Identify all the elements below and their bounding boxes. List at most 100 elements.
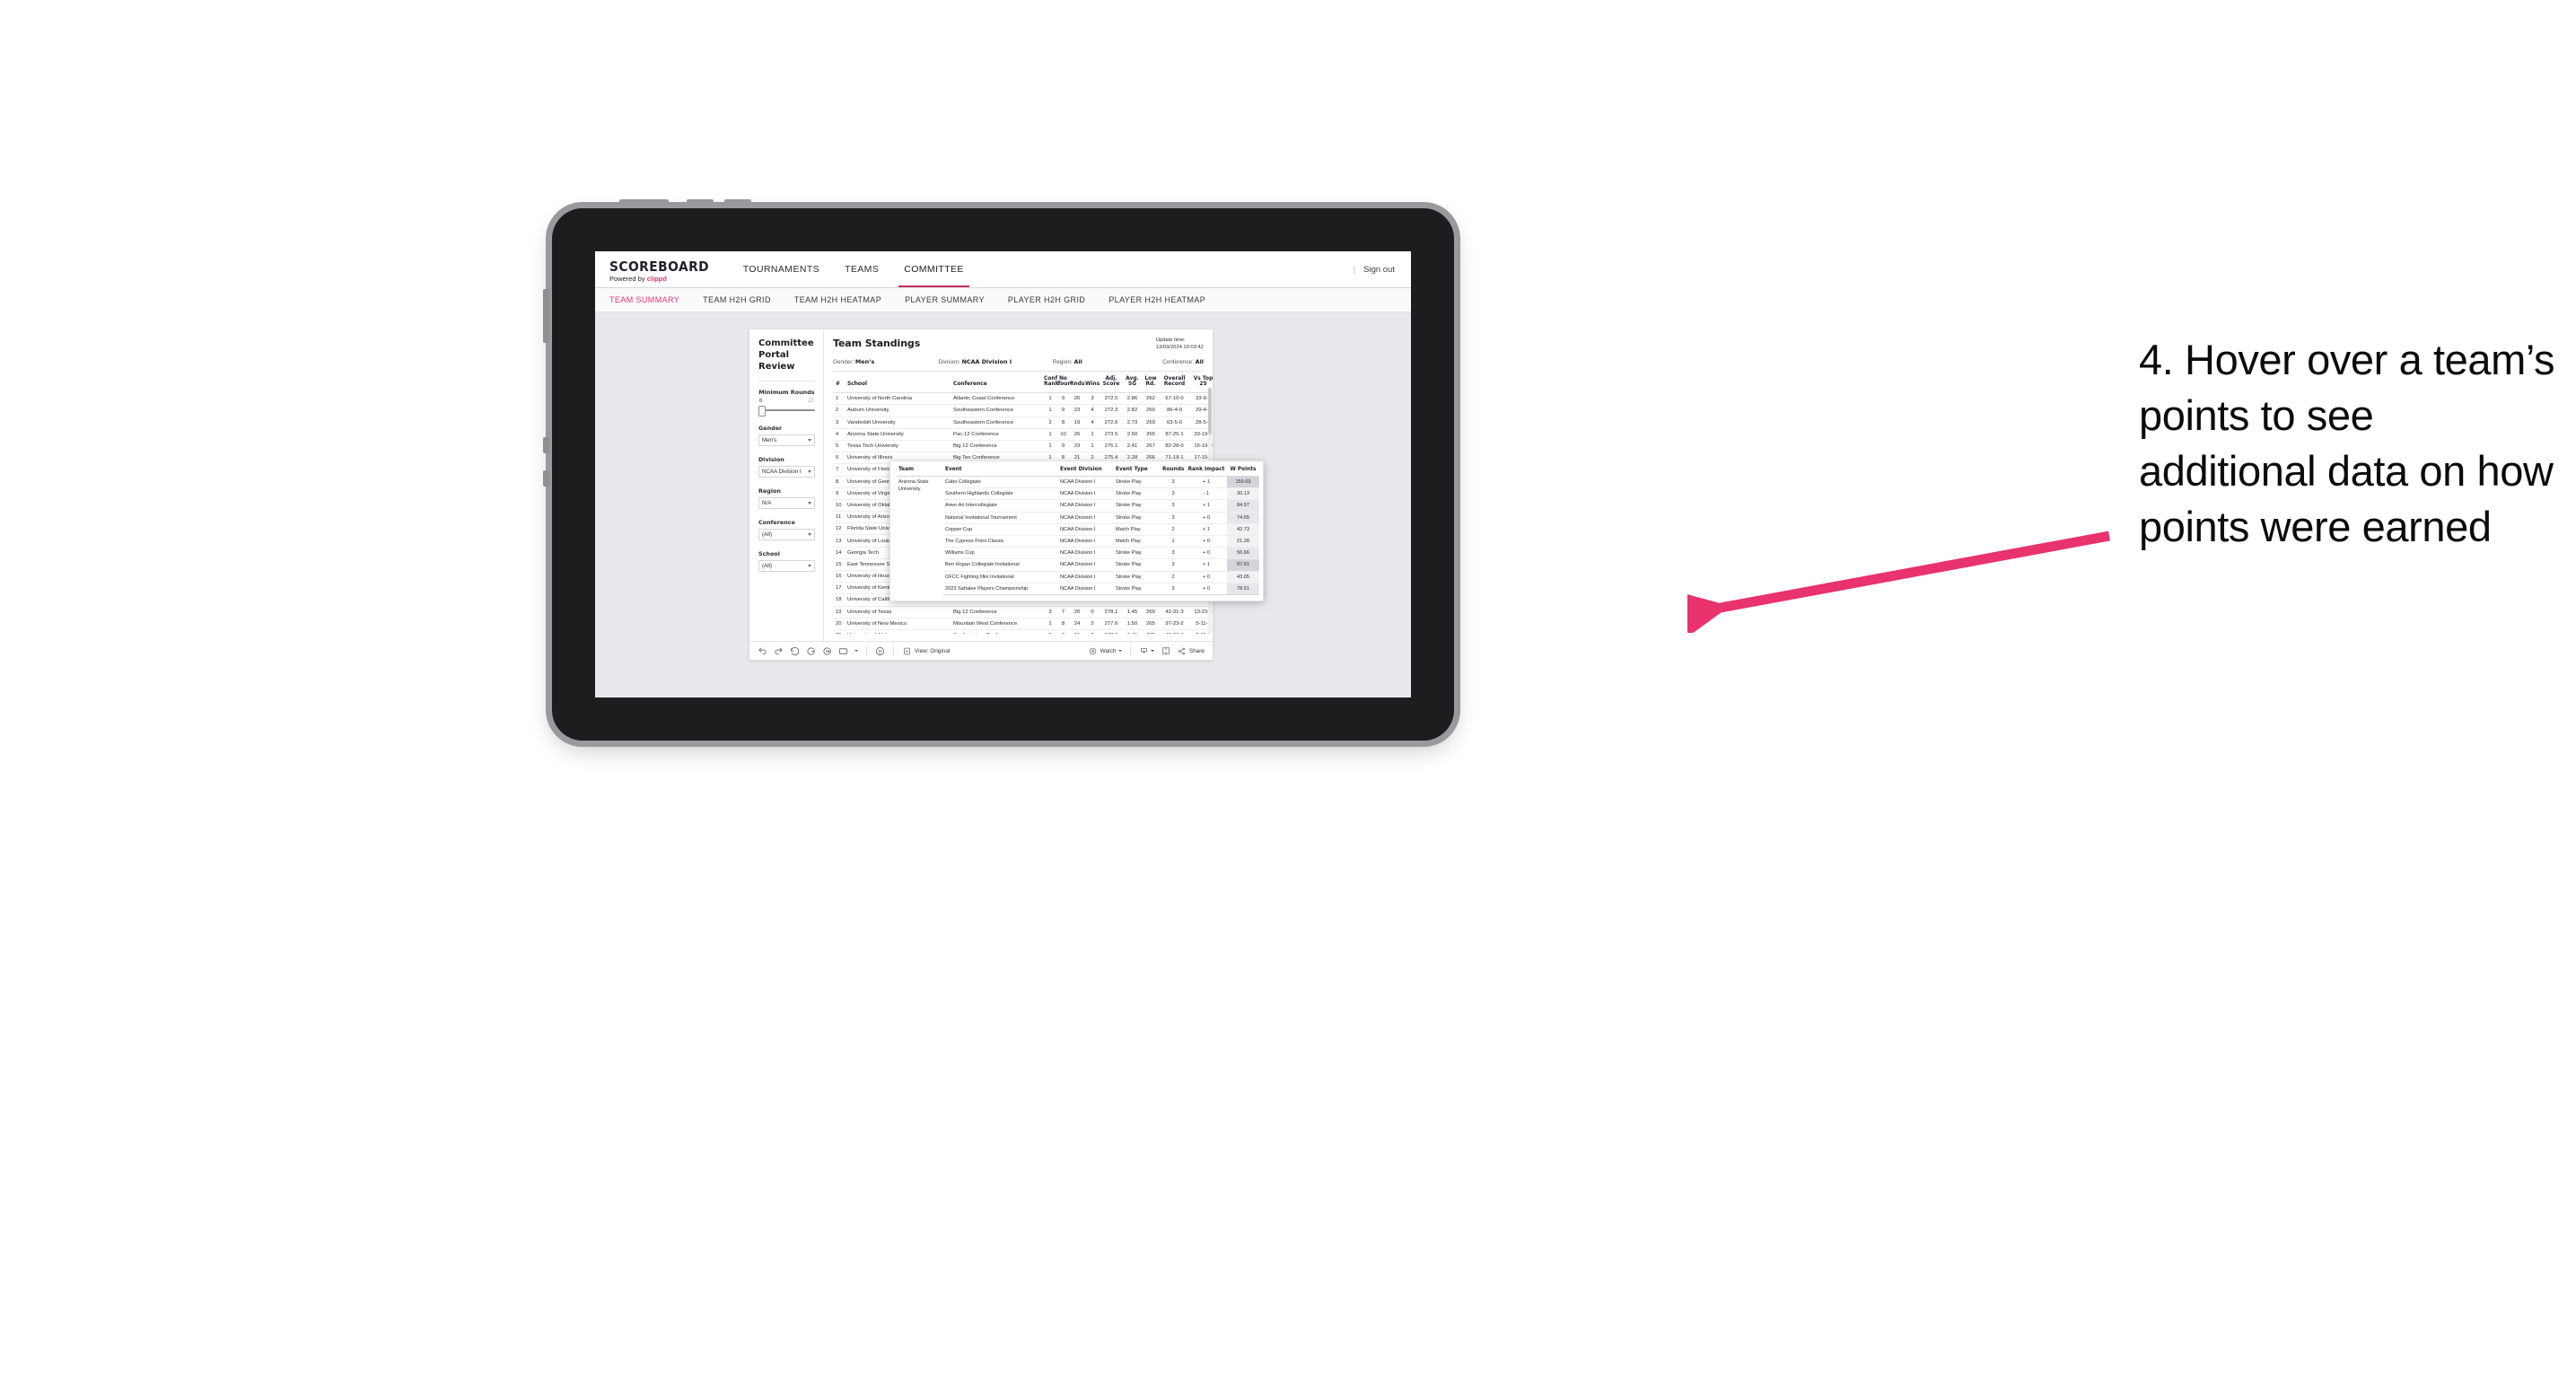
slider-handle[interactable] xyxy=(758,406,766,417)
col-header-avg-sg[interactable]: Avg. SG xyxy=(1123,371,1143,394)
table-cell: 15 xyxy=(833,558,845,572)
tooltip-impact-cell: + 0 xyxy=(1186,571,1227,583)
table-cell: 2 xyxy=(1044,417,1057,429)
sign-out-link[interactable]: Sign out xyxy=(1363,265,1395,275)
col-header-wins[interactable]: Wins xyxy=(1085,371,1100,394)
table-cell: Vanderbilt University xyxy=(845,417,951,429)
conference-select[interactable]: (All) xyxy=(758,529,815,541)
refresh-icon[interactable] xyxy=(806,646,816,656)
table-cell: 2.86 xyxy=(1123,392,1143,406)
table-cell: 277.9 xyxy=(1100,629,1123,634)
tooltip-team-cell: Arizona State University xyxy=(898,479,929,492)
tooltip-event-cell: 2023 Sahalee Players Championship xyxy=(943,583,1058,595)
col-header-rank[interactable]: # xyxy=(833,371,845,394)
tooltip-rounds-cell: 2 xyxy=(1161,523,1186,536)
table-cell: 267 xyxy=(1143,440,1160,453)
volume-up-button[interactable] xyxy=(687,199,714,206)
tooltip-impact-cell: + 1 xyxy=(1186,499,1227,513)
col-header-low-rd[interactable]: Low Rd. xyxy=(1143,371,1160,394)
table-cell: 9 xyxy=(1057,392,1070,406)
power-button[interactable] xyxy=(619,199,669,206)
table-cell: 23 xyxy=(1070,440,1085,453)
tab-player-h2h-grid[interactable]: PLAYER H2H GRID xyxy=(1008,295,1085,304)
table-row[interactable]: 1 University of North Carolina Atlantic Co… xyxy=(833,392,1213,406)
tooltip-type-cell: Stroke Play xyxy=(1114,583,1161,595)
table-row[interactable]: 3 Vanderbilt University Southeastern Confe… xyxy=(833,417,1213,429)
table-cell: 8 xyxy=(1057,417,1070,429)
watch-button[interactable]: Watch xyxy=(1088,646,1122,656)
col-header-no-tour[interactable]: No Tour xyxy=(1057,371,1070,394)
dashboard-body: Committee Portal Review Minimum Rounds 6… xyxy=(749,329,1264,641)
tab-team-h2h-grid[interactable]: TEAM H2H GRID xyxy=(703,295,771,304)
table-cell: 10 xyxy=(833,499,845,513)
share-button[interactable]: Share xyxy=(1177,646,1205,656)
chevron-down-icon[interactable] xyxy=(854,650,858,652)
redo-icon[interactable] xyxy=(774,646,784,656)
summary-division-value: NCAA Division I xyxy=(961,357,1012,365)
pause-auto-update-icon[interactable] xyxy=(822,646,832,656)
download-button[interactable] xyxy=(1139,646,1155,656)
tab-player-summary[interactable]: PLAYER SUMMARY xyxy=(905,295,985,304)
brand-logo[interactable]: SCOREBOARD Powered by clippd xyxy=(595,251,731,287)
pause-icon[interactable] xyxy=(875,646,885,656)
tooltip-division-cell: NCAA Division I xyxy=(1058,487,1114,501)
table-row[interactable]: 5 Texas Tech University Big 12 Conference 1… xyxy=(833,440,1213,453)
table-cell: 86-4-0 xyxy=(1160,404,1190,417)
summary-division-label: Division: xyxy=(938,358,960,365)
tooltip-wpoints-cell: 78.51 xyxy=(1227,583,1259,595)
conference-filter: Conference (All) xyxy=(758,519,815,541)
brand-name: SCOREBOARD xyxy=(609,258,710,275)
undo-icon[interactable] xyxy=(758,646,767,656)
minimum-rounds-label: Minimum Rounds xyxy=(758,389,815,397)
table-cell: 1 xyxy=(1085,440,1100,453)
fullscreen-icon[interactable] xyxy=(1161,646,1170,656)
gender-select[interactable]: Men’s xyxy=(758,434,815,447)
summary-gender-value: Men’s xyxy=(854,357,875,365)
tooltip-event-cell: The Cypress Point Classic xyxy=(943,535,1058,548)
table-row[interactable]: 20 University of New Mexico Mountain West … xyxy=(833,618,1213,630)
topnav-item-teams[interactable]: TEAMS xyxy=(832,251,891,287)
tab-team-summary[interactable]: TEAM SUMMARY xyxy=(609,295,679,304)
table-row[interactable]: 2 Auburn University Southeastern Conferenc… xyxy=(833,404,1213,417)
toolbar-right-group: Watch Share xyxy=(1088,646,1205,656)
col-header-overall-record[interactable]: Overall Record xyxy=(1160,371,1190,394)
table-scrollbar-thumb[interactable] xyxy=(1208,387,1212,434)
region-select[interactable]: N/A xyxy=(758,497,815,510)
revert-icon[interactable] xyxy=(790,646,800,656)
topnav-item-tournaments[interactable]: TOURNAMENTS xyxy=(731,251,832,287)
table-cell: Mountain West Conference xyxy=(951,618,1044,630)
table-cell: 0 xyxy=(1085,606,1100,618)
tooltip-rounds-cell: 3 xyxy=(1161,558,1186,572)
school-select[interactable]: (All) xyxy=(758,560,815,573)
summary-conference-value: All xyxy=(1195,357,1204,365)
tooltip-body: Arizona State University Cabo Collegiate N… xyxy=(897,476,1259,595)
col-header-adj-score[interactable]: Adj. Score xyxy=(1100,371,1123,394)
col-header-conference[interactable]: Conference xyxy=(951,371,1044,394)
tooltip-event-cell: Ben Hogan Collegiate Invitational xyxy=(943,558,1058,572)
tooltip-rounds-cell: 3 xyxy=(1161,499,1186,513)
volume-down-button[interactable] xyxy=(724,199,751,206)
table-row[interactable]: 21University of AlabamaSoutheastern Conf… xyxy=(833,629,1213,634)
gender-label: Gender xyxy=(758,425,783,433)
topnav-item-committee[interactable]: COMMITTEE xyxy=(891,251,977,287)
division-select[interactable]: NCAA Division I xyxy=(758,466,815,478)
view-original-button[interactable]: View: Original xyxy=(902,646,950,656)
col-header-rnds[interactable]: Rnds xyxy=(1070,371,1085,394)
tooltip-row: National Invitational Tournament NCAA Div… xyxy=(897,512,1259,524)
device-layout-icon[interactable] xyxy=(838,646,848,656)
table-cell: 9 xyxy=(1057,440,1070,453)
table-cell: 42-31-3 xyxy=(1160,606,1190,618)
conference-label: Conference xyxy=(758,519,795,527)
tooltip-row: Amer Ari Intercollegiate NCAA Division IS… xyxy=(897,499,1259,513)
update-time-block: Update time: 13/03/2024 10:03:42 xyxy=(1156,338,1204,352)
table-row[interactable]: 19 University of Texas Big 12 Conference 3 7… xyxy=(833,606,1213,618)
tab-team-h2h-heatmap[interactable]: TEAM H2H HEATMAP xyxy=(794,295,881,304)
table-cell: 2.50 xyxy=(1123,428,1143,441)
tab-player-h2h-heatmap[interactable]: PLAYER H2H HEATMAP xyxy=(1108,295,1205,304)
table-row[interactable]: 4 Arizona State University Pac-12 Conferen… xyxy=(833,428,1213,441)
minimum-rounds-slider[interactable] xyxy=(758,406,815,417)
col-header-conf-rank[interactable]: Conf Rank xyxy=(1044,371,1059,394)
minimum-rounds-filter: Minimum Rounds 6 27 xyxy=(758,389,815,417)
col-header-school[interactable]: School xyxy=(845,371,951,394)
dashboard-card: Committee Portal Review Minimum Rounds 6… xyxy=(749,329,1264,660)
